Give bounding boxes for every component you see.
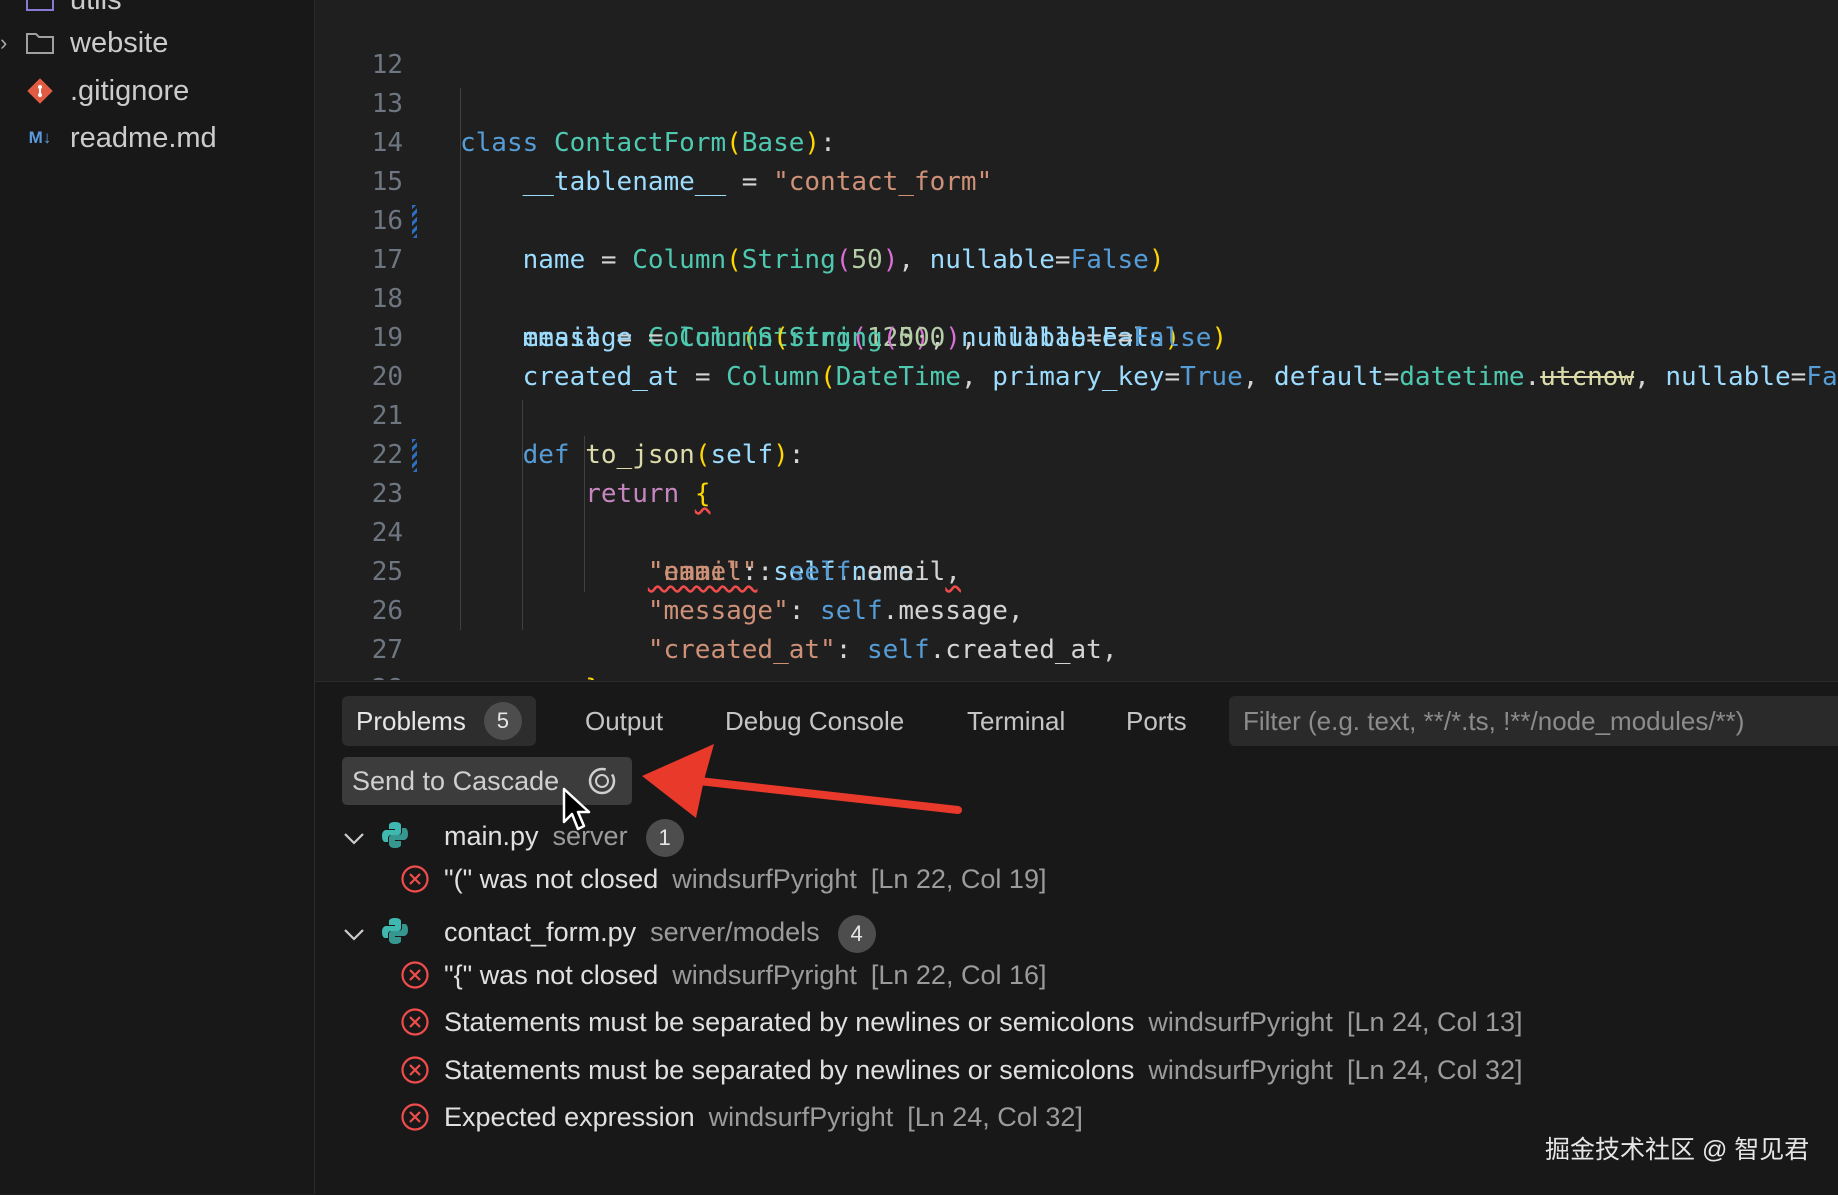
problem-message: Statements must be separated by newlines… bbox=[444, 1006, 1135, 1037]
problem-location: [Ln 24, Col 32] bbox=[907, 1101, 1083, 1132]
code-line: 18 message = Column(String(500), nullabl… bbox=[315, 241, 1838, 353]
code-line: 27 } bbox=[315, 592, 1838, 680]
tree-item-label: utils bbox=[70, 0, 122, 17]
tab-terminal[interactable]: Terminal bbox=[967, 696, 1065, 746]
line-number: 28 bbox=[315, 670, 403, 680]
modified-line-indicator bbox=[412, 205, 417, 238]
tab-label: Debug Console bbox=[725, 705, 905, 736]
code-line: 22 return { bbox=[315, 397, 1838, 509]
code-line: 16 name = Column(String(50), nullable=Fa… bbox=[315, 163, 1838, 275]
problem-item[interactable]: Expected expression windsurfPyright [Ln … bbox=[400, 1095, 1083, 1139]
problem-item[interactable]: "(" was not closed windsurfPyright [Ln 2… bbox=[400, 857, 1046, 901]
code-line: 24 "email": self.email, bbox=[315, 475, 1838, 587]
tab-label: Ports bbox=[1126, 705, 1187, 736]
problems-count-badge: 5 bbox=[483, 702, 522, 740]
problem-location: [Ln 22, Col 16] bbox=[870, 959, 1047, 990]
problem-item[interactable]: Statements must be separated by newlines… bbox=[400, 1048, 1523, 1092]
code-line: 12 bbox=[315, 7, 1838, 80]
tab-label: Problems bbox=[356, 705, 466, 736]
python-icon bbox=[380, 820, 410, 857]
tree-item-label: readme.md bbox=[70, 121, 217, 154]
code-line: 23 "name": self.name bbox=[315, 436, 1838, 587]
chevron-right-icon: › bbox=[0, 30, 8, 55]
problem-source: windsurfPyright bbox=[708, 1101, 894, 1132]
folder-open-icon bbox=[22, 0, 58, 18]
button-label: Send to Cascade bbox=[352, 765, 560, 796]
python-icon bbox=[380, 916, 410, 953]
error-icon bbox=[401, 1103, 429, 1131]
tree-item-website[interactable]: › website bbox=[0, 21, 314, 65]
mouse-cursor-icon bbox=[562, 787, 591, 831]
problem-count-badge: 4 bbox=[837, 915, 876, 953]
file-path: server/models bbox=[650, 917, 820, 947]
tree-item-label: website bbox=[70, 26, 169, 59]
code-line: 14 __tablename__ = "contact_form" bbox=[315, 85, 1838, 197]
code-line: 21 def to_json(self): bbox=[315, 358, 1838, 470]
tree-item-readme[interactable]: M↓ readme.md bbox=[0, 116, 314, 160]
code-line: 26 "created_at": self.created_at, bbox=[315, 553, 1838, 665]
code-line: 25 "message": self.message, bbox=[315, 514, 1838, 626]
problem-item[interactable]: Statements must be separated by newlines… bbox=[400, 1000, 1523, 1044]
error-icon bbox=[401, 1008, 429, 1036]
tree-item-utils[interactable]: utils bbox=[0, 0, 314, 22]
problem-source: windsurfPyright bbox=[1148, 1054, 1333, 1085]
annotation-arrow bbox=[642, 744, 962, 818]
git-icon bbox=[22, 73, 58, 109]
problem-location: [Ln 24, Col 13] bbox=[1346, 1006, 1523, 1037]
problem-source: windsurfPyright bbox=[672, 959, 857, 990]
code-line: 20 bbox=[315, 319, 1838, 392]
code-line: 19 created_at = Column(DateTime, primary… bbox=[315, 280, 1838, 392]
tab-label: Output bbox=[585, 705, 664, 736]
error-icon bbox=[401, 865, 429, 893]
tab-ports[interactable]: Ports bbox=[1126, 696, 1187, 746]
code-line: 13 class ContactForm(Base): bbox=[315, 46, 1838, 158]
problem-message: Statements must be separated by newlines… bbox=[444, 1054, 1135, 1085]
bottom-panel: Problems 5 Output Debug Console Terminal… bbox=[315, 681, 1838, 1195]
tree-item-gitignore[interactable]: .gitignore bbox=[0, 69, 314, 113]
problem-item[interactable]: "{" was not closed windsurfPyright [Ln 2… bbox=[400, 953, 1047, 997]
chevron-down-icon bbox=[342, 919, 372, 950]
tab-output[interactable]: Output bbox=[585, 696, 663, 746]
watermark: 掘金技术社区 @ 智见君 bbox=[1545, 1136, 1810, 1164]
markdown-icon: M↓ bbox=[28, 128, 52, 147]
problem-message: "(" was not closed bbox=[444, 863, 659, 894]
tree-item-label: .gitignore bbox=[70, 74, 190, 107]
code-editor[interactable]: 12 13 class ContactForm(Base): 14 __tabl… bbox=[315, 0, 1838, 680]
problem-source: windsurfPyright bbox=[1148, 1006, 1333, 1037]
error-icon bbox=[401, 961, 429, 989]
tab-problems[interactable]: Problems 5 bbox=[342, 696, 536, 746]
folder-icon bbox=[22, 25, 58, 61]
explorer-sidebar: utils › website .gitignore M↓ readme.md bbox=[0, 0, 315, 1194]
problems-filter-input[interactable]: Filter (e.g. text, **/*.ts, !**/node_mod… bbox=[1229, 696, 1838, 746]
tab-label: Terminal bbox=[967, 705, 1066, 736]
problem-message: "{" was not closed bbox=[444, 959, 659, 990]
file-name: contact_form.py bbox=[444, 917, 637, 947]
chevron-down-icon bbox=[342, 823, 372, 854]
code-line: 28 bbox=[315, 631, 1838, 680]
problem-source: windsurfPyright bbox=[672, 863, 857, 894]
problem-location: [Ln 22, Col 19] bbox=[870, 863, 1047, 894]
code-line: 17 email = Column(String(120), nullable=… bbox=[315, 202, 1838, 353]
file-name: main.py bbox=[444, 821, 539, 851]
problem-location: [Ln 24, Col 32] bbox=[1346, 1054, 1523, 1085]
modified-line-indicator bbox=[412, 439, 417, 472]
tab-debug-console[interactable]: Debug Console bbox=[725, 696, 904, 746]
problem-message: Expected expression bbox=[444, 1101, 695, 1132]
code-line: 15 bbox=[315, 124, 1838, 197]
error-icon bbox=[401, 1056, 429, 1084]
